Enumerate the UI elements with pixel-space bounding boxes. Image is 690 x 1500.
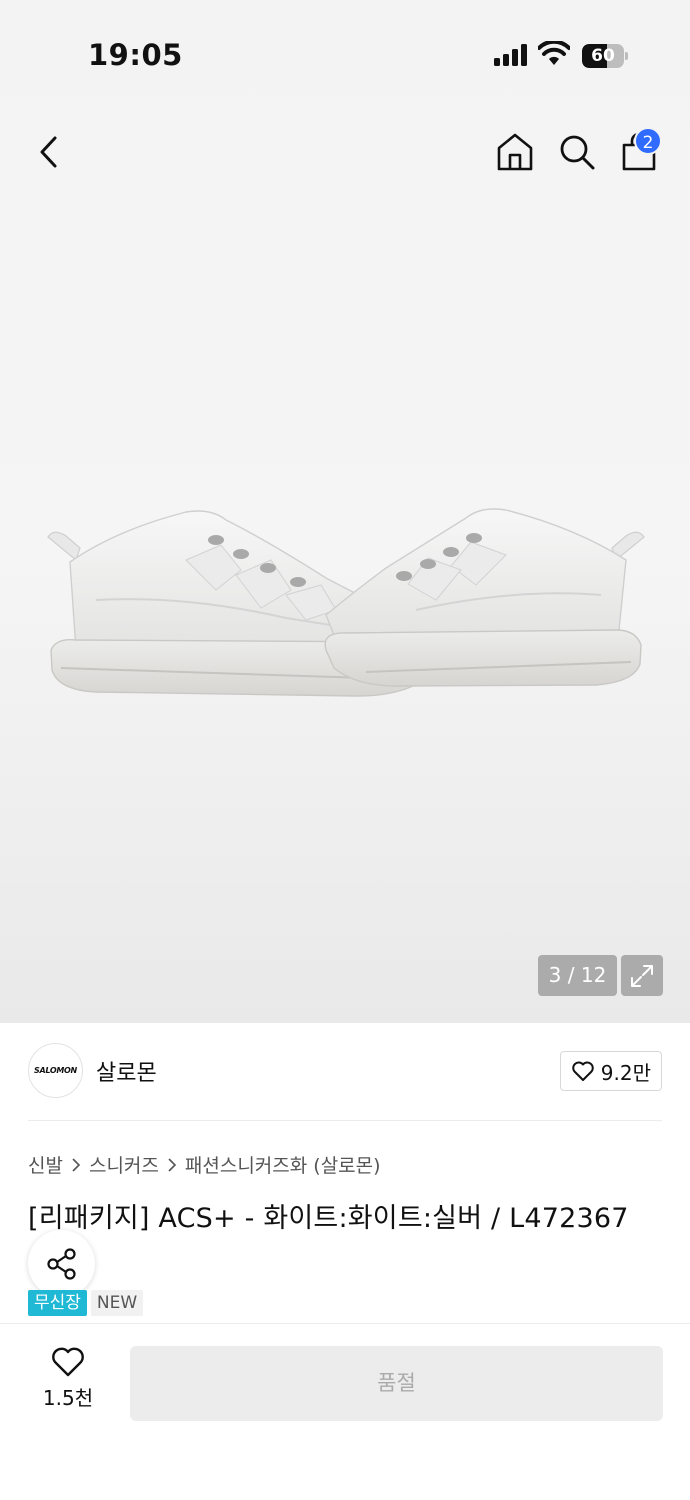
product-like-count: 1.5천 <box>42 1386 94 1410</box>
share-icon <box>46 1247 76 1280</box>
brand-row: SALOMON 살로몬 9.2만 <box>28 1043 662 1101</box>
search-button[interactable] <box>556 130 598 174</box>
chevron-left-icon <box>40 136 57 168</box>
breadcrumb: 신발 스니커즈 패션스니커즈화 (살로몬) <box>28 1151 381 1178</box>
brand-like-count: 9.2만 <box>600 1060 651 1085</box>
brand-name[interactable]: 살로몬 <box>96 1055 157 1087</box>
product-tags: 무신장 NEW <box>28 1290 144 1316</box>
brand-logo[interactable]: SALOMON <box>28 1043 83 1098</box>
battery-indicator: 60 <box>582 44 628 68</box>
heart-icon <box>52 1347 84 1377</box>
bottom-bar-divider <box>0 1323 690 1324</box>
product-image <box>47 508 645 697</box>
battery-level: 60 <box>591 46 615 66</box>
soldout-button[interactable]: 품절 <box>130 1346 663 1421</box>
home-button[interactable] <box>494 130 536 174</box>
expand-button[interactable] <box>621 955 663 996</box>
cellular-signal-icon <box>494 44 527 66</box>
product-like-button[interactable]: 1.5천 <box>28 1346 108 1416</box>
product-title: [리패키지] ACS+ - 화이트:화이트:실버 / L472367 <box>28 1203 629 1234</box>
breadcrumb-item-sneakers[interactable]: 스니커즈 <box>89 1151 159 1178</box>
search-icon <box>560 135 595 170</box>
tag-free-shipping: 무신장 <box>28 1290 87 1316</box>
brand-logo-text: SALOMON <box>34 1066 77 1075</box>
breadcrumb-item-shoes[interactable]: 신발 <box>28 1151 63 1178</box>
product-image-gallery[interactable]: 19:05 60 2 3 / 12 <box>0 0 690 1023</box>
cart-badge: 2 <box>634 127 662 155</box>
status-bar: 19:05 60 <box>0 0 690 110</box>
status-time: 19:05 <box>88 38 183 72</box>
divider <box>28 1120 662 1121</box>
chevron-right-icon <box>167 1157 177 1173</box>
tag-new: NEW <box>90 1290 144 1316</box>
heart-icon <box>572 1061 594 1081</box>
breadcrumb-item-fashion-sneakers[interactable]: 패션스니커즈화 (살로몬) <box>185 1151 381 1178</box>
chevron-right-icon <box>71 1157 81 1173</box>
wifi-icon <box>538 41 570 65</box>
home-icon <box>497 133 533 171</box>
image-counter: 3 / 12 <box>538 955 617 996</box>
brand-like-button[interactable]: 9.2만 <box>559 1051 662 1091</box>
expand-icon <box>631 964 653 987</box>
back-button[interactable] <box>28 130 68 174</box>
share-button[interactable] <box>28 1230 95 1297</box>
